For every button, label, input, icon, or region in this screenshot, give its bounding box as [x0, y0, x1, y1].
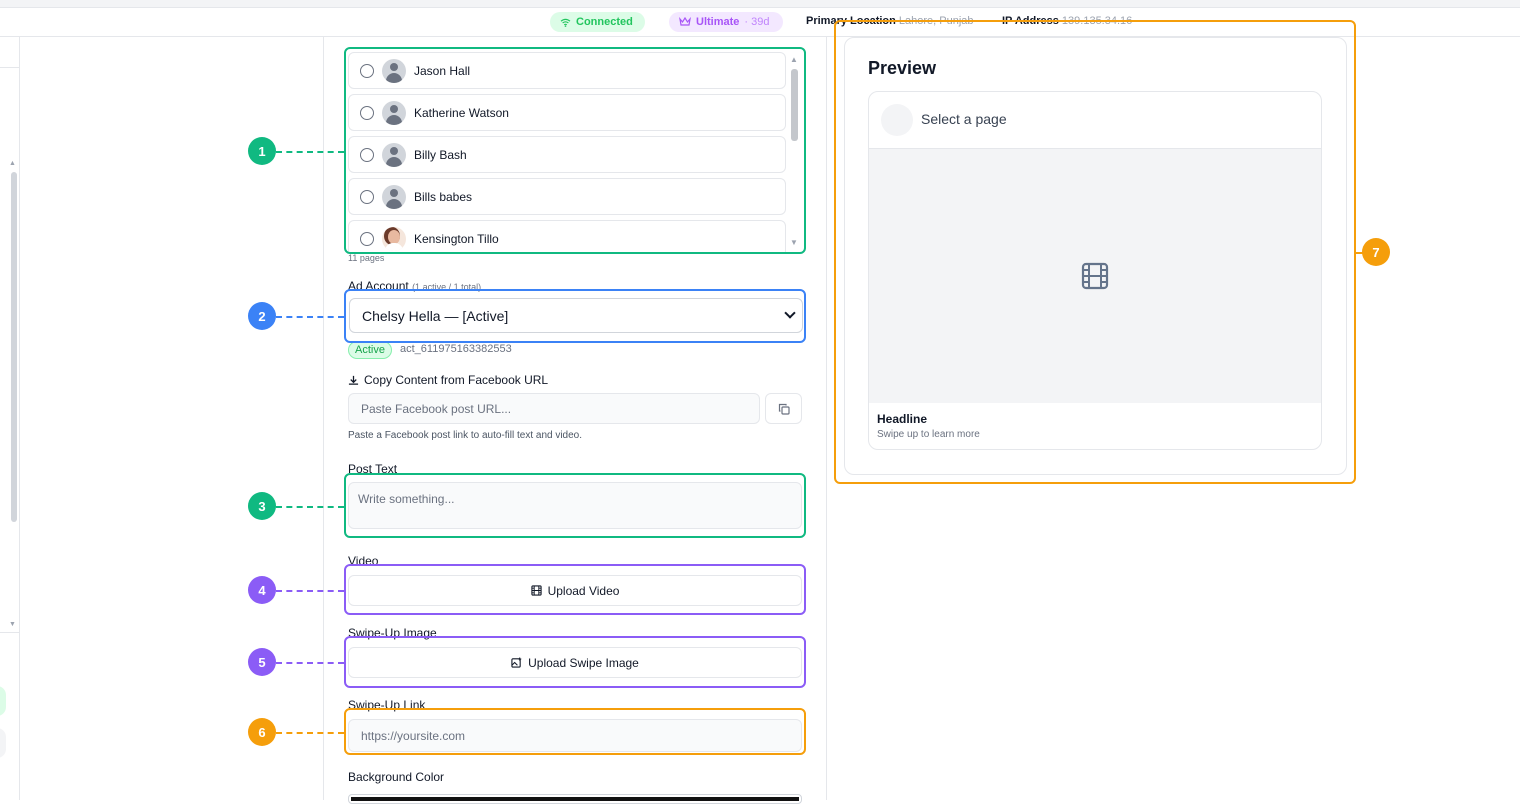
annotation-box-5	[344, 636, 806, 688]
ad-account-id: act_611975163382553	[400, 343, 512, 355]
annotation-box-1	[344, 47, 806, 254]
left-rail	[0, 37, 20, 800]
connection-status-badge: Connected	[550, 12, 645, 32]
background-color-label: Background Color	[348, 770, 445, 784]
download-icon	[348, 375, 359, 385]
annotation-badge-3: 3	[248, 492, 276, 520]
annotation-box-7	[834, 20, 1356, 484]
copy-content-hint: Paste a Facebook post link to auto-fill …	[348, 430, 583, 441]
annotation-badge-7: 7	[1362, 238, 1390, 266]
annotation-badge-2: 2	[248, 302, 276, 330]
facebook-url-input[interactable]: Paste Facebook post URL...	[348, 393, 760, 424]
annotation-box-2	[344, 289, 806, 343]
annotation-badge-5: 5	[248, 648, 276, 676]
paste-button[interactable]	[765, 393, 802, 424]
annotation-connector-4	[276, 590, 344, 592]
background-color-swatch	[351, 797, 799, 801]
annotation-connector-1	[276, 151, 344, 153]
connection-status-text: Connected	[576, 16, 633, 28]
top-strip	[0, 0, 1520, 8]
annotation-badge-6: 6	[248, 718, 276, 746]
rail-divider	[0, 67, 20, 68]
annotation-badge-4: 4	[248, 576, 276, 604]
copy-content-label: Copy Content from Facebook URL	[348, 373, 548, 387]
rail-scrollbar-thumb[interactable]	[11, 172, 17, 522]
copy-content-label-text: Copy Content from Facebook URL	[364, 373, 549, 387]
pages-count: 11 pages	[348, 253, 385, 263]
scroll-down-arrow-icon[interactable]: ▼	[9, 621, 16, 628]
crown-icon	[679, 17, 691, 26]
annotation-box-3	[344, 473, 806, 538]
annotation-box-4	[344, 564, 806, 615]
plan-days: · 39d	[744, 16, 770, 28]
status-badge: Active	[348, 341, 392, 359]
annotation-badge-1: 1	[248, 137, 276, 165]
wifi-icon	[560, 18, 571, 27]
scroll-up-arrow-icon[interactable]: ▲	[9, 160, 16, 167]
annotation-connector-2	[276, 316, 344, 318]
annotation-box-6	[344, 708, 806, 755]
annotation-connector-5	[276, 662, 344, 664]
annotation-connector-3	[276, 506, 344, 508]
plan-badge: Ultimate · 39d	[669, 12, 783, 32]
rail-divider	[0, 632, 20, 633]
copy-icon	[778, 403, 790, 415]
annotation-connector-6	[276, 732, 344, 734]
plan-name: Ultimate	[696, 16, 740, 28]
